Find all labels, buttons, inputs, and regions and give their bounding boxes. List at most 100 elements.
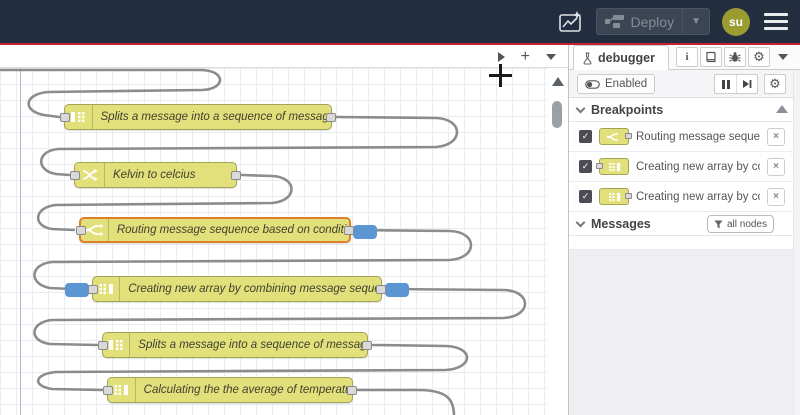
flow-node-switch[interactable]: Routing message sequence based on condit… bbox=[76, 217, 377, 243]
flow-node-change[interactable]: Kelvin to celcius bbox=[70, 162, 241, 188]
remove-breakpoint-button[interactable]: × bbox=[767, 187, 785, 206]
deploy-button[interactable]: Deploy ▼ bbox=[595, 8, 710, 35]
deploy-caret-icon[interactable]: ▼ bbox=[683, 16, 709, 27]
chevron-down-icon bbox=[546, 53, 556, 60]
deploy-label: Deploy bbox=[630, 13, 675, 30]
input-port[interactable] bbox=[76, 226, 86, 235]
enabled-label: Enabled bbox=[605, 78, 648, 90]
queued-messages-pill[interactable] bbox=[353, 225, 377, 239]
node-red-app: Deploy ▼ su + Splits a message into a se… bbox=[0, 0, 800, 415]
tab-debugger[interactable]: debugger bbox=[573, 45, 669, 70]
funnel-icon bbox=[714, 219, 723, 229]
node-label: Kelvin to celcius bbox=[113, 169, 196, 181]
flow-workspace: + Splits a message into a sequence of me… bbox=[0, 45, 568, 415]
messages-filter-button[interactable]: all nodes bbox=[706, 215, 774, 233]
flow-node-split-2[interactable]: Splits a message into a sequence of mess… bbox=[98, 332, 372, 358]
breakpoint-label: Creating new array by combini bbox=[636, 160, 760, 173]
flow-canvas[interactable]: Splits a message into a sequence of mess… bbox=[0, 68, 548, 415]
chart-sparkle-icon-button[interactable] bbox=[558, 10, 584, 34]
breakpoint-row[interactable]: ✓ Creating new array by combini × bbox=[569, 152, 793, 182]
sidebar-tab-bar: debugger i ⚙ bbox=[569, 45, 800, 70]
canvas-vertical-scrollbar[interactable] bbox=[548, 68, 568, 415]
deploy-nodes-icon bbox=[604, 14, 624, 28]
header-actions: Deploy ▼ su bbox=[558, 0, 791, 43]
add-flow-button[interactable]: + bbox=[520, 47, 530, 65]
debug-tab-button[interactable] bbox=[724, 47, 746, 67]
gear-icon: ⚙ bbox=[769, 76, 781, 92]
input-port[interactable] bbox=[103, 386, 113, 395]
scroll-up-arrow-icon[interactable] bbox=[552, 77, 564, 86]
join-node-icon bbox=[596, 158, 629, 175]
flask-icon bbox=[583, 51, 592, 65]
input-port bbox=[596, 163, 603, 169]
info-tab-button[interactable]: i bbox=[676, 47, 698, 67]
output-port[interactable] bbox=[347, 386, 357, 395]
wire-path bbox=[356, 388, 456, 415]
scroll-up-arrow-icon[interactable] bbox=[776, 105, 788, 113]
messages-empty-area bbox=[569, 250, 793, 415]
output-port[interactable] bbox=[344, 226, 354, 235]
user-avatar[interactable]: su bbox=[722, 7, 750, 36]
chart-sparkle-icon bbox=[558, 10, 581, 32]
breakpoint-row[interactable]: ✓ Creating new array by combini × bbox=[569, 182, 793, 212]
config-tab-button[interactable]: ⚙ bbox=[748, 47, 770, 67]
book-icon bbox=[706, 51, 716, 63]
remove-breakpoint-button[interactable]: × bbox=[767, 127, 785, 146]
flow-node-join-1[interactable]: Creating new array by combining message … bbox=[65, 276, 409, 302]
pause-button[interactable] bbox=[715, 75, 736, 93]
node-label: Splits a message into a sequence of mess… bbox=[100, 111, 332, 123]
node-label: Calculating the the average of temperatu… bbox=[143, 384, 352, 396]
bug-icon bbox=[729, 52, 741, 62]
tab-debugger-label: debugger bbox=[598, 51, 655, 65]
sidebar-scrollbar-track[interactable] bbox=[793, 70, 800, 415]
scrollbar-thumb[interactable] bbox=[552, 101, 562, 128]
debugger-toolbar: Enabled ⚙ bbox=[569, 70, 800, 98]
messages-title: Messages bbox=[591, 216, 651, 231]
input-port[interactable] bbox=[88, 285, 98, 294]
output-port[interactable] bbox=[376, 285, 386, 294]
breakpoint-label: Routing message sequence ba bbox=[636, 130, 760, 143]
toggle-icon bbox=[585, 79, 600, 89]
node-label: Creating new array by combining message … bbox=[128, 283, 381, 295]
breakpoints-section-header[interactable]: Breakpoints bbox=[569, 98, 800, 122]
help-tab-button[interactable] bbox=[700, 47, 722, 67]
tab-scroll-right-button[interactable] bbox=[497, 51, 505, 62]
sidebar-tab-buttons: i ⚙ bbox=[676, 47, 794, 67]
input-port[interactable] bbox=[98, 341, 108, 350]
flow-list-button[interactable] bbox=[546, 53, 556, 60]
step-button[interactable] bbox=[736, 75, 757, 93]
breakpoint-checkbox[interactable]: ✓ bbox=[579, 160, 592, 173]
node-label: Splits a message into a sequence of mess… bbox=[138, 339, 367, 351]
debugger-settings-button[interactable]: ⚙ bbox=[764, 74, 786, 94]
messages-section-header[interactable]: Messages all nodes bbox=[569, 212, 800, 236]
input-port[interactable] bbox=[70, 171, 80, 180]
chevron-down-icon bbox=[575, 103, 586, 113]
flow-node-join-2[interactable]: Calculating the the average of temperatu… bbox=[103, 377, 357, 403]
breakpoint-checkbox[interactable]: ✓ bbox=[579, 130, 592, 143]
header-bar: Deploy ▼ su bbox=[0, 0, 800, 45]
queued-messages-pill[interactable] bbox=[65, 283, 89, 297]
output-port[interactable] bbox=[362, 341, 372, 350]
breakpoint-label: Creating new array by combini bbox=[636, 190, 760, 203]
breakpoint-checkbox[interactable]: ✓ bbox=[579, 190, 592, 203]
output-port[interactable] bbox=[231, 171, 241, 180]
pause-icon bbox=[721, 79, 730, 89]
step-icon bbox=[743, 80, 752, 88]
messages-filter-label: all nodes bbox=[726, 218, 767, 230]
debugger-enabled-toggle[interactable]: Enabled bbox=[577, 74, 656, 94]
input-port[interactable] bbox=[60, 113, 70, 122]
remove-breakpoint-button[interactable]: × bbox=[767, 157, 785, 176]
output-port bbox=[625, 133, 632, 139]
chevron-down-icon bbox=[575, 217, 586, 227]
output-port[interactable] bbox=[326, 113, 336, 122]
plus-icon: + bbox=[520, 47, 530, 65]
flow-tab-strip: + bbox=[0, 45, 568, 68]
sidebar-tab-list-button[interactable] bbox=[772, 47, 794, 67]
queued-messages-pill[interactable] bbox=[385, 283, 409, 297]
sidebar: debugger i ⚙ Enabled ⚙ Breakpoints ✓ Rou… bbox=[568, 45, 800, 415]
breakpoint-row[interactable]: ✓ Routing message sequence ba × bbox=[569, 122, 793, 152]
flow-node-split-1[interactable]: Splits a message into a sequence of mess… bbox=[60, 104, 336, 130]
breakpoints-title: Breakpoints bbox=[591, 102, 664, 117]
join-node-icon bbox=[599, 188, 632, 205]
hamburger-menu-icon[interactable] bbox=[762, 11, 790, 32]
